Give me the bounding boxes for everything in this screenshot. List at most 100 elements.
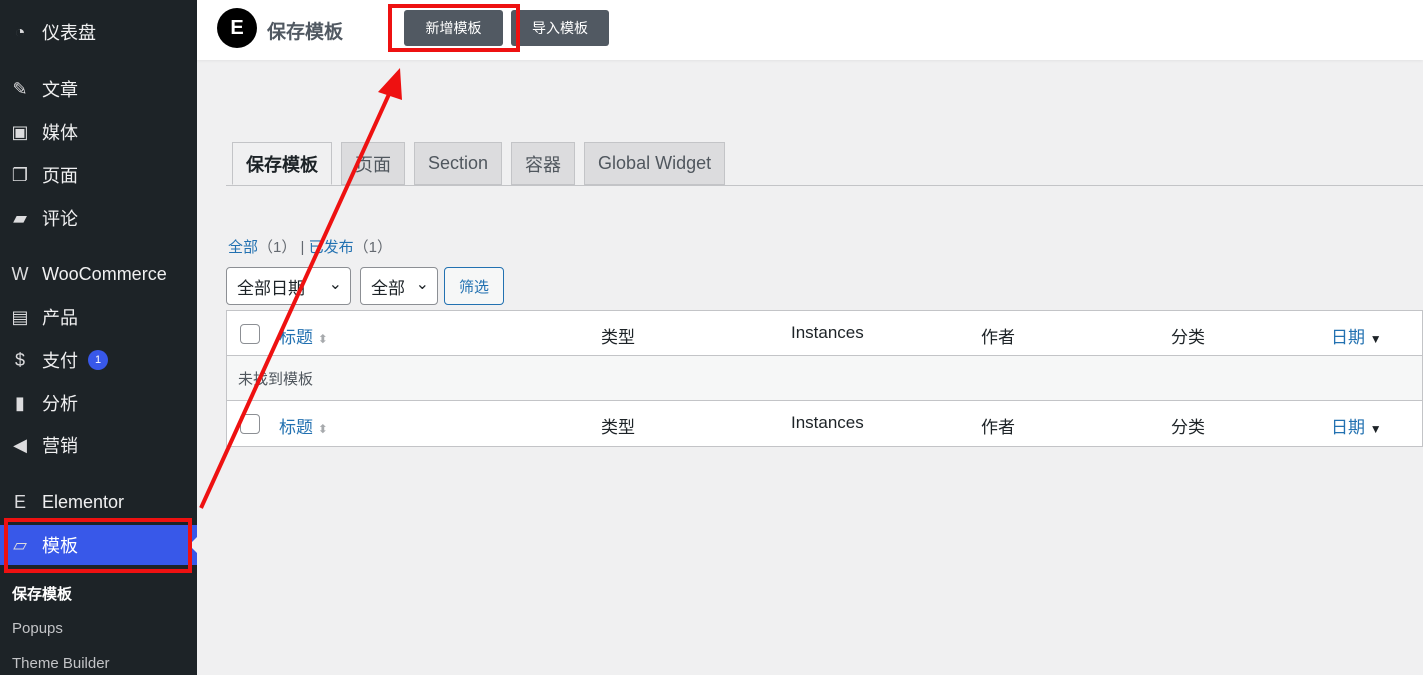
column-label: 标题 (279, 328, 313, 347)
folder-icon: ▱ (13, 534, 27, 555)
submenu-theme-builder[interactable]: Theme Builder (12, 655, 110, 672)
column-label: 日期 (1331, 418, 1365, 437)
woocommerce-icon: W (11, 263, 29, 284)
column-label: 类型 (601, 418, 635, 437)
empty-message: 未找到模板 (238, 371, 314, 388)
tab-container[interactable]: 容器 (511, 142, 576, 185)
sidebar-item-label: 媒体 (42, 123, 78, 143)
tab-divider (226, 185, 1423, 186)
top-bar: E 保存模板 新增模板 导入模板 (197, 0, 1423, 60)
published-count: （1） (353, 239, 392, 256)
sort-icon: ▼ (1369, 332, 1382, 346)
column-header: 作者 (981, 323, 1015, 348)
sort-icon: ⬍ (317, 332, 328, 346)
sidebar-item-label: Elementor (42, 491, 125, 512)
payment-icon: $ (14, 349, 25, 370)
all-count: （1） (258, 239, 297, 256)
sort-icon: ⬍ (317, 422, 328, 436)
chevron-down-icon: ⌄ (328, 276, 342, 293)
submenu-saved-templates[interactable]: 保存模板 (12, 583, 72, 604)
tab-section[interactable]: Section (414, 142, 503, 185)
tab-saved-templates[interactable]: 保存模板 (232, 142, 332, 185)
column-header: Instances (791, 413, 864, 433)
tab-pages[interactable]: 页面 (341, 142, 405, 185)
page-icon: ❐ (11, 164, 29, 185)
filter-button[interactable]: 筛选 (444, 267, 504, 305)
column-header: 分类 (1171, 323, 1205, 348)
submenu-popups[interactable]: Popups (12, 620, 63, 637)
sidebar-item-4[interactable]: ▰ 评论 (0, 198, 197, 238)
sidebar-item-2[interactable]: ▣ 媒体 (0, 112, 197, 152)
media-icon: ▣ (11, 121, 29, 142)
column-header: 分类 (1171, 413, 1205, 438)
column-header: Instances (791, 323, 864, 343)
column-header[interactable]: 标题 ⬍ (279, 413, 328, 438)
sidebar-item-7[interactable]: $ 支付 1 (0, 340, 197, 380)
column-label: Instances (791, 413, 864, 432)
date-filter-value: 全部日期 (237, 278, 305, 298)
sidebar-item-label: 产品 (42, 308, 78, 328)
elementor-logo-icon: E (217, 8, 257, 48)
sidebar-item-0[interactable]: ◔ 仪表盘 (0, 12, 197, 52)
sidebar-item-1[interactable]: ✎ 文章 (0, 69, 197, 109)
column-label: 标题 (279, 418, 313, 437)
dashboard-icon: ◔ (14, 21, 26, 42)
column-header: 类型 (601, 323, 635, 348)
tab-global-widget[interactable]: Global Widget (584, 142, 726, 185)
sidebar-item-label: 模板 (42, 536, 78, 556)
sidebar-item-label: WooCommerce (42, 263, 167, 284)
column-label: 日期 (1331, 328, 1365, 347)
archive-icon: ▤ (11, 306, 29, 327)
sidebar-item-9[interactable]: ◀ 营销 (0, 425, 197, 465)
template-tabs: 保存模板 页面 Section 容器 Global Widget (232, 142, 734, 186)
table-row: 未找到模板 (227, 356, 1422, 401)
import-template-button[interactable]: 导入模板 (511, 10, 609, 46)
add-template-button[interactable]: 新增模板 (404, 10, 503, 46)
select-all-checkbox[interactable] (240, 414, 260, 434)
date-filter-select[interactable]: 全部日期 ⌄ (226, 267, 351, 305)
sidebar-item-3[interactable]: ❐ 页面 (0, 155, 197, 195)
sidebar-item-11[interactable]: ▱ 模板 (0, 525, 197, 565)
column-label: 作者 (981, 328, 1015, 347)
chevron-down-icon: ⌄ (415, 276, 429, 293)
templates-table: 标题 ⬍ 类型 Instances 作者 分类 日期 ▼ 未找到模板 标题 ⬍ 类型 Inst… (226, 310, 1423, 447)
type-filter-select[interactable]: 全部 ⌄ (360, 267, 438, 305)
view-all-link[interactable]: 全部 (228, 239, 258, 256)
column-label: Instances (791, 323, 864, 342)
chart-icon: ▮ (15, 392, 25, 413)
separator: | (300, 239, 305, 256)
sort-icon: ▼ (1369, 422, 1382, 436)
sidebar-item-label: 评论 (42, 209, 78, 229)
type-filter-value: 全部 (371, 278, 405, 298)
select-all-checkbox[interactable] (240, 324, 260, 344)
column-header[interactable]: 标题 ⬍ (279, 323, 328, 348)
sidebar-item-label: 营销 (42, 436, 78, 456)
pin-icon: ✎ (12, 78, 28, 99)
sidebar-item-label: 分析 (42, 394, 78, 414)
page-title: 保存模板 (267, 22, 344, 43)
view-published-link[interactable]: 已发布 (309, 239, 354, 256)
arrow-head (378, 68, 402, 100)
megaphone-icon: ◀ (13, 434, 27, 455)
comment-icon: ▰ (13, 207, 27, 228)
sidebar-item-6[interactable]: ▤ 产品 (0, 297, 197, 337)
sidebar-item-10[interactable]: E Elementor (0, 482, 197, 522)
table-header-row: 标题 ⬍ 类型 Instances 作者 分类 日期 ▼ (227, 311, 1422, 356)
elementor-icon: E (13, 491, 26, 512)
sidebar-item-label: 页面 (42, 166, 78, 186)
column-header[interactable]: 日期 ▼ (1331, 413, 1382, 438)
sidebar-item-label: 支付 (42, 351, 78, 371)
table-footer-row: 标题 ⬍ 类型 Instances 作者 分类 日期 ▼ (227, 401, 1422, 446)
column-label: 作者 (981, 418, 1015, 437)
sidebar-item-label: 文章 (42, 80, 78, 100)
admin-sidebar: ◔ 仪表盘 ✎ 文章 ▣ 媒体 ❐ 页面 ▰ 评论 W WooCommerce ▤ 产品 $ 支付 1 ▮ 分析 ◀ 营… (0, 0, 197, 675)
column-label: 类型 (601, 328, 635, 347)
column-header[interactable]: 日期 ▼ (1331, 323, 1382, 348)
sidebar-item-5[interactable]: W WooCommerce (0, 254, 197, 294)
column-header: 作者 (981, 413, 1015, 438)
notification-badge: 1 (88, 350, 108, 370)
sidebar-item-label: 仪表盘 (42, 23, 96, 43)
status-views: 全部（1） | 已发布（1） (228, 236, 392, 257)
sidebar-item-8[interactable]: ▮ 分析 (0, 383, 197, 423)
column-label: 分类 (1171, 328, 1205, 347)
